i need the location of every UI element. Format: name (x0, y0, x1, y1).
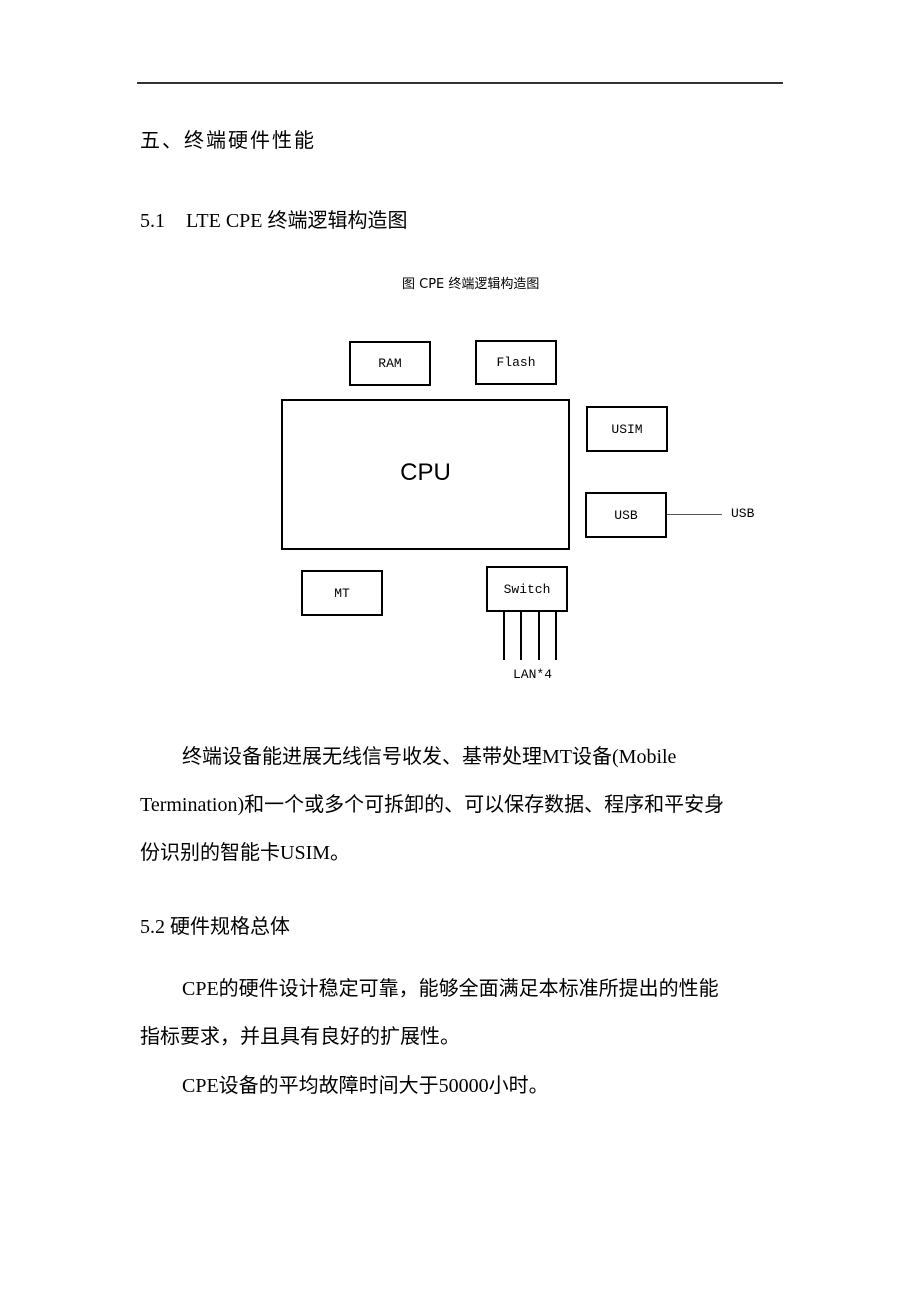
mt-block: MT (301, 570, 383, 616)
lan-line (555, 612, 557, 660)
paragraph-line: Termination)和一个或多个可拆卸的、可以保存数据、程序和平安身 (140, 794, 725, 816)
usim-block: USIM (586, 406, 668, 452)
usb-block-label: USB (614, 507, 638, 523)
usb-port-label: USB (731, 506, 755, 521)
ram-label: RAM (378, 356, 402, 371)
switch-label: Switch (503, 581, 551, 597)
usb-block: USB (585, 492, 667, 538)
flash-label: Flash (496, 355, 536, 370)
paragraph-line: 份识别的智能卡USIM。 (140, 842, 351, 864)
paragraph-mtbf: CPE设备的平均故障时间大于50000小时。 (140, 1062, 780, 1110)
paragraph-terminal-desc: 终端设备能进展无线信号收发、基带处理MT设备(Mobile Terminatio… (140, 733, 780, 877)
mt-label: MT (334, 585, 350, 601)
cpu-block: CPU (281, 399, 570, 550)
paragraph-line: 指标要求，并且具有良好的扩展性。 (140, 1026, 460, 1048)
paragraph-hardware-design: CPE的硬件设计稳定可靠，能够全面满足本标准所提出的性能 指标要求，并且具有良好… (140, 965, 780, 1061)
subsection-title: LTE CPE 终端逻辑构造图 (186, 210, 408, 232)
subsection-heading-5-1: 5.1 LTE CPE 终端逻辑构造图 (140, 204, 408, 233)
lan-line (520, 612, 522, 660)
flash-block: Flash (475, 340, 557, 385)
ram-block: RAM (349, 341, 431, 386)
lan-line (503, 612, 505, 660)
section-heading: 五、终端硬件性能 (140, 130, 316, 152)
lan-label: LAN*4 (513, 667, 553, 682)
usb-connector-line (667, 514, 722, 515)
subsection-number: 5.1 (140, 210, 165, 232)
paragraph-line: CPE设备的平均故障时间大于50000小时。 (182, 1075, 549, 1097)
subsection-heading-5-2: 5.2 硬件规格总体 (140, 916, 290, 938)
paragraph-line: 终端设备能进展无线信号收发、基带处理MT设备(Mobile (182, 746, 677, 768)
paragraph-line: CPE的硬件设计稳定可靠，能够全面满足本标准所提出的性能 (182, 978, 719, 1000)
lan-line (538, 612, 540, 660)
switch-block: Switch (486, 566, 568, 612)
cpu-label: CPU (400, 458, 451, 486)
figure-caption: 图 CPE 终端逻辑构造图 (402, 277, 540, 292)
usim-label: USIM (611, 421, 643, 437)
header-rule (137, 82, 783, 84)
